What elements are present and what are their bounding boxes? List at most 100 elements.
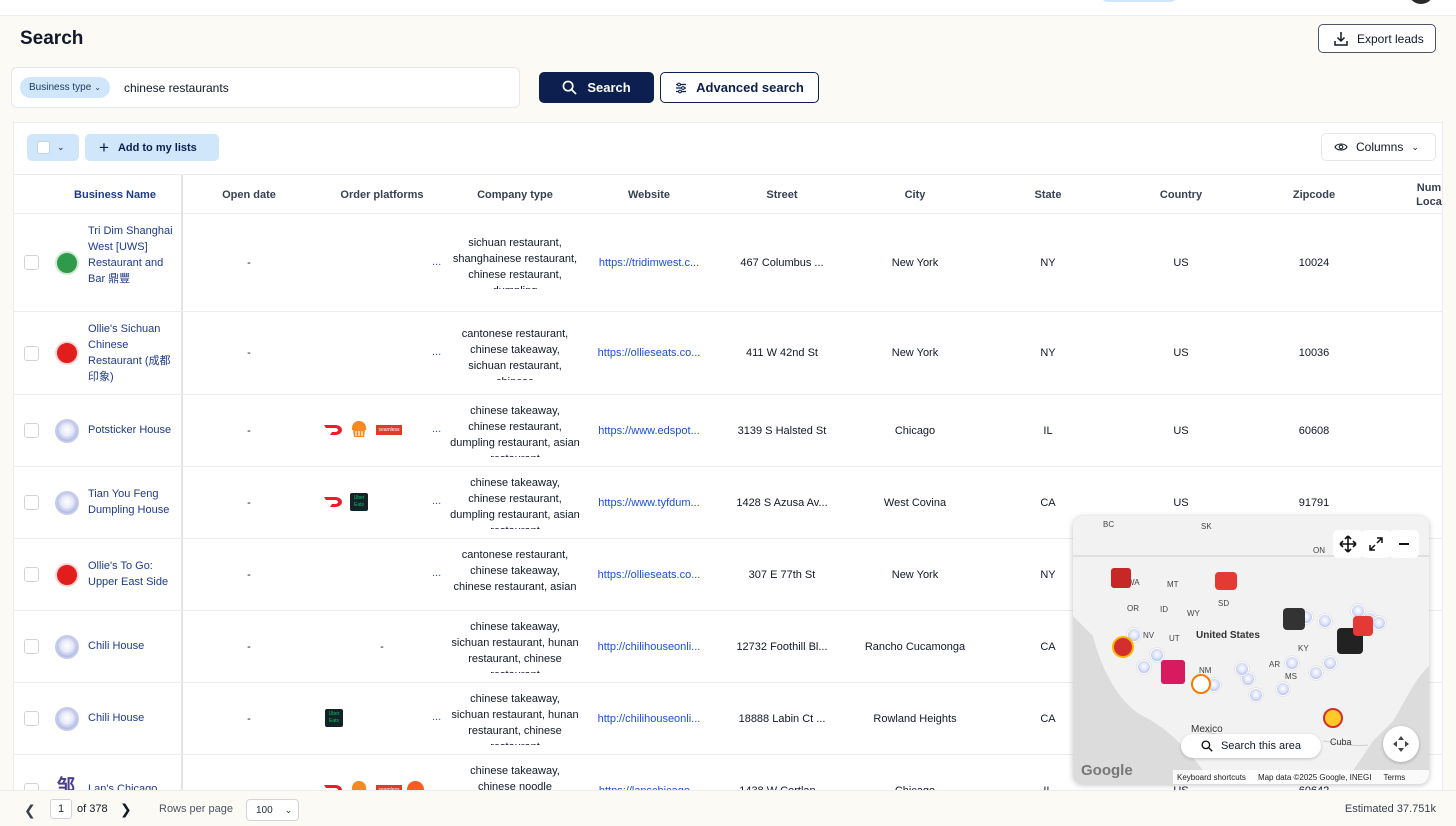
uber-eats-icon[interactable]: Uber Eats xyxy=(325,709,343,727)
zipcode: 60608 xyxy=(1298,424,1330,437)
map-marker[interactable] xyxy=(1318,614,1332,628)
row-checkbox[interactable] xyxy=(24,346,39,361)
add-to-lists-button[interactable]: + Add to my lists xyxy=(85,134,219,161)
website-link[interactable]: https://ollieseats.co... xyxy=(588,312,710,394)
map-marker[interactable] xyxy=(1276,682,1290,696)
business-name-link[interactable]: Potsticker House xyxy=(88,422,178,438)
row-checkbox[interactable] xyxy=(24,255,39,270)
doordash-icon[interactable] xyxy=(324,423,344,441)
map-marker[interactable] xyxy=(1137,660,1151,674)
website-link[interactable]: http://chilihouseonli... xyxy=(588,683,710,754)
more-platforms-link[interactable]: ... xyxy=(432,711,441,723)
col-num-locations[interactable]: Num Loca xyxy=(1404,175,1442,214)
col-zipcode[interactable]: Zipcode xyxy=(1259,175,1369,214)
more-platforms-link[interactable]: ... xyxy=(432,423,441,435)
website-link[interactable]: https://lanschicago... xyxy=(588,755,710,790)
seamless-icon[interactable]: seamless xyxy=(376,425,402,435)
city: Chicago xyxy=(860,755,970,790)
restaurant-marker-icon[interactable] xyxy=(1283,608,1305,630)
map-marker[interactable] xyxy=(1249,688,1263,702)
columns-button[interactable]: Columns ⌄ xyxy=(1321,133,1436,161)
more-platforms-link[interactable]: ... xyxy=(432,495,441,507)
top-pill[interactable] xyxy=(1102,0,1176,2)
map-marker[interactable] xyxy=(1323,656,1337,670)
map-widget[interactable]: BC SK ON WA MT OR ID WY SD NV UT United … xyxy=(1073,516,1429,784)
map-attribution-bar: Keyboard shortcuts Map data ©2025 Google… xyxy=(1173,770,1429,784)
page-input[interactable]: 1 xyxy=(50,799,72,819)
search-button[interactable]: Search xyxy=(539,72,654,103)
chevron-left-icon[interactable]: ❮ xyxy=(24,802,36,819)
business-name-link[interactable]: Tri Dim Shanghai West [UWS] Restaurant a… xyxy=(88,223,178,287)
restaurant-marker-icon[interactable] xyxy=(1161,660,1185,684)
search-input[interactable]: chinese restaurants xyxy=(124,81,229,95)
website-link[interactable]: https://tridimwest.c... xyxy=(588,214,710,311)
col-country[interactable]: Country xyxy=(1126,175,1236,214)
keyboard-shortcuts-link[interactable]: Keyboard shortcuts xyxy=(1177,773,1246,782)
row-checkbox[interactable] xyxy=(24,783,39,790)
col-street[interactable]: Street xyxy=(727,175,837,214)
restaurant-marker-icon[interactable] xyxy=(1323,708,1343,728)
business-name-link[interactable]: Tian You Feng Dumpling House xyxy=(88,486,178,518)
col-company-type[interactable]: Company type xyxy=(460,175,570,214)
col-state[interactable]: State xyxy=(993,175,1103,214)
restaurant-marker-icon[interactable] xyxy=(1353,616,1373,636)
zipcode: 10024 xyxy=(1298,256,1330,269)
map-marker[interactable] xyxy=(1309,666,1323,680)
col-website[interactable]: Website xyxy=(594,175,704,214)
business-name-link[interactable]: Chili House xyxy=(88,638,178,654)
map-expand-button[interactable] xyxy=(1361,530,1391,558)
col-city[interactable]: City xyxy=(860,175,970,214)
select-all-dropdown[interactable]: ⌄ xyxy=(27,134,79,161)
col-open-date[interactable]: Open date xyxy=(194,175,304,214)
search-this-area-button[interactable]: Search this area xyxy=(1181,734,1321,758)
doordash-icon[interactable] xyxy=(324,495,344,513)
map-terms-link[interactable]: Terms xyxy=(1383,773,1405,782)
more-platforms-link[interactable]: ... xyxy=(432,346,441,358)
table-row[interactable]: Potsticker House - seamless ... chinese … xyxy=(14,395,1442,467)
search-box[interactable]: Business type ⌄ chinese restaurants xyxy=(11,67,520,108)
city: New York xyxy=(891,256,939,269)
map-pan-button[interactable] xyxy=(1333,530,1363,558)
website-link[interactable]: https://www.edspot... xyxy=(588,395,710,466)
col-order-platforms[interactable]: Order platforms xyxy=(327,175,437,214)
restaurant-marker-icon[interactable] xyxy=(1191,674,1211,694)
select-all-checkbox[interactable] xyxy=(37,141,50,154)
row-checkbox[interactable] xyxy=(24,639,39,654)
business-name-link[interactable]: Chili House xyxy=(88,710,178,726)
business-name-link[interactable]: Lan's Chicago xyxy=(88,781,178,790)
row-checkbox[interactable] xyxy=(24,711,39,726)
advanced-search-button[interactable]: Advanced search xyxy=(660,72,819,103)
chevron-right-icon[interactable]: ❯ xyxy=(120,801,132,818)
business-type-filter[interactable]: Business type ⌄ xyxy=(20,77,110,98)
more-platforms-link[interactable]: ... xyxy=(432,567,441,579)
grubhub-icon[interactable] xyxy=(349,419,369,444)
map-marker[interactable] xyxy=(1235,662,1249,676)
restaurant-marker-icon[interactable] xyxy=(1111,568,1131,588)
map-marker[interactable] xyxy=(1372,616,1386,630)
map-marker[interactable] xyxy=(1285,656,1299,670)
row-checkbox[interactable] xyxy=(24,423,39,438)
business-name-link[interactable]: Ollie's To Go: Upper East Side xyxy=(88,558,178,590)
more-platforms-link[interactable]: ... xyxy=(432,256,441,268)
rows-per-page-select[interactable]: 100 ⌄ xyxy=(246,799,299,821)
row-checkbox[interactable] xyxy=(24,495,39,510)
website-link[interactable]: https://ollieseats.co... xyxy=(588,539,710,610)
export-leads-button[interactable]: Export leads xyxy=(1318,24,1436,53)
caviar-icon[interactable] xyxy=(407,781,424,790)
map-recenter-button[interactable] xyxy=(1383,726,1419,762)
website-link[interactable]: http://chilihouseonli... xyxy=(588,611,710,682)
table-row[interactable]: Ollie's Sichuan Chinese Restaurant (成都印象… xyxy=(14,312,1442,395)
table-row[interactable]: Tri Dim Shanghai West [UWS] Restaurant a… xyxy=(14,214,1442,312)
col-business-name[interactable]: Business Name xyxy=(70,175,160,214)
map-collapse-button[interactable] xyxy=(1389,530,1419,558)
business-name-link[interactable]: Ollie's Sichuan Chinese Restaurant (成都印象… xyxy=(88,321,178,385)
row-checkbox[interactable] xyxy=(24,567,39,582)
company-type: chinese takeaway, sichuan restaurant, hu… xyxy=(451,693,579,745)
grubhub-icon[interactable] xyxy=(349,779,369,790)
restaurant-marker-icon[interactable] xyxy=(1215,572,1237,590)
avatar[interactable] xyxy=(1408,0,1434,4)
uber-eats-icon[interactable]: Uber Eats xyxy=(350,493,368,511)
website-link[interactable]: https://www.tyfdum... xyxy=(588,467,710,538)
restaurant-marker-icon[interactable] xyxy=(1112,636,1134,658)
doordash-icon[interactable] xyxy=(324,783,344,790)
